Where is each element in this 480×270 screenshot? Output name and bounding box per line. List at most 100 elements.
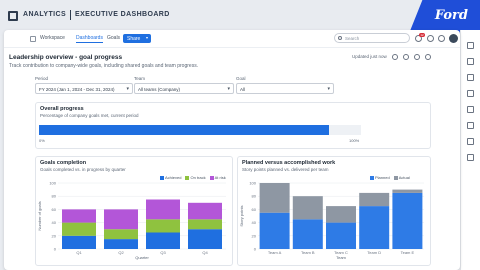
brand-title: ANALYTICS [23,11,66,18]
document-icon[interactable] [467,106,474,113]
goals-completion-card: Goals completion Goals completed vs. in … [35,156,233,266]
y-tick-label: 100 [49,181,56,186]
overall-progress-card: Overall progress Percentage of company g… [35,102,431,149]
dashboard-window: Workspace Dashboards Goals Share Search … [4,30,460,270]
goals-chart-subtitle: Goals completed vs. in progress by quart… [40,167,126,172]
legend-item: Planned [370,175,390,180]
bar-segment [259,212,290,249]
contrib-legend: Planned Actual [370,175,410,180]
progress-track [39,125,361,135]
chart-icon[interactable] [467,122,474,129]
legend-item: At risk [209,175,226,180]
bar-segment [104,209,138,230]
help-icon[interactable] [427,35,434,42]
avatar[interactable] [449,34,458,43]
y-tick-label: 0 [54,247,57,252]
bar-segment [188,219,222,230]
last-updated: Updated just now [352,54,387,59]
goals-chart-title: Goals completion [40,160,87,166]
legend-swatch [185,175,190,180]
bar-segment [359,206,390,249]
y-tick-label: 40 [252,220,257,225]
legend-label: Actual [398,175,410,180]
goals-chart: 0 20 40 60 80 100 Q1 Q2 Q3 Q4 Quarter Number of goa… [37,181,226,260]
brand-subtitle: EXECUTIVE DASHBOARD [75,11,170,18]
bar-segment [62,209,96,223]
more-icon[interactable] [425,54,431,60]
filter-label-period: Period [35,76,49,81]
ford-logo[interactable]: Ford [435,8,468,23]
edit-icon[interactable] [467,138,474,145]
progress-fill [39,125,329,135]
team-value: All teams (Company) [138,87,181,92]
period-value: FY 2024 (Jan 1, 2024 - Dec 31, 2024) [39,87,115,92]
home-icon[interactable] [467,42,474,49]
x-axis-label: Quarter [135,255,149,260]
workspace-menu[interactable]: Workspace [40,35,65,41]
check-icon[interactable] [467,154,474,161]
search-input[interactable]: Search [334,33,410,43]
tab-dashboards[interactable]: Dashboards [76,35,103,43]
team-select[interactable]: All teams (Company) ▾ [134,83,234,94]
y-tick-label: 20 [252,233,257,238]
bar-segment [326,222,356,249]
calendar-icon[interactable] [467,58,474,65]
bar-segment [104,229,138,240]
y-tick-label: 0 [254,247,257,252]
x-tick-label: Q4 [202,250,208,255]
y-tick-label: 80 [252,194,257,199]
bar-segment [146,199,180,220]
search-placeholder: Search [345,36,360,41]
bar-segment [188,202,222,220]
y-tick-label: 80 [52,194,57,199]
x-tick-label: Q2 [118,250,124,255]
select-checkbox[interactable] [30,36,36,42]
bar-segment [392,189,423,193]
bar-segment [188,229,222,249]
overall-progress-title: Overall progress [40,106,84,112]
right-rail [460,30,480,270]
refresh-icon[interactable] [392,54,398,60]
legend-swatch [160,175,164,180]
legend-swatch [370,175,374,180]
folder-icon[interactable] [467,90,474,97]
x-tick-label: Q1 [76,250,82,255]
contrib-chart-title: Planned versus accomplished work [242,160,336,166]
tab-goals[interactable]: Goals [107,35,120,41]
chevron-down-icon: ▾ [227,86,230,92]
share-button[interactable]: Share [123,34,151,43]
filter-label-goal: Goal [236,76,246,81]
bar-segment [62,235,96,249]
x-axis-label: Team [336,255,346,260]
y-axis-label: Story points [239,205,244,226]
settings-icon[interactable] [438,35,445,42]
bar-segment [146,219,180,233]
contrib-chart: 020406080100Team A Team B Team C Team D Team… [239,181,424,260]
bar-segment [259,183,290,213]
chevron-down-icon: ▾ [327,86,330,92]
legend-label: Achieved [165,175,182,180]
page-title: Leadership overview - goal progress [9,54,123,61]
bar-segment [62,222,96,236]
legend-item: Achieved [160,175,181,180]
y-axis-label: Number of goals [37,201,42,230]
legend-label: At risk [214,175,226,180]
legend-label: On track [190,175,206,180]
y-tick-label: 60 [52,207,57,212]
x-tick-label: Team D [367,250,381,255]
goals-legend: Achieved On track At risk [160,175,226,180]
y-tick-label: 100 [249,181,256,186]
filter-icon[interactable] [403,54,409,60]
goal-select[interactable]: All ▾ [236,83,334,94]
x-tick-label: Q3 [160,250,166,255]
contrib-chart-subtitle: Story points planned vs. delivered per t… [242,167,329,172]
filter-label-team: Team [134,76,146,81]
bookmark-icon[interactable] [467,74,474,81]
y-tick-label: 20 [52,233,57,238]
period-select[interactable]: FY 2024 (Jan 1, 2024 - Dec 31, 2024) ▾ [35,83,133,94]
bar-segment [146,232,180,249]
goal-value: All [240,87,246,92]
legend-item: Actual [393,175,410,180]
brand-name: ANALYTICS [23,11,67,18]
download-icon[interactable] [414,54,420,60]
